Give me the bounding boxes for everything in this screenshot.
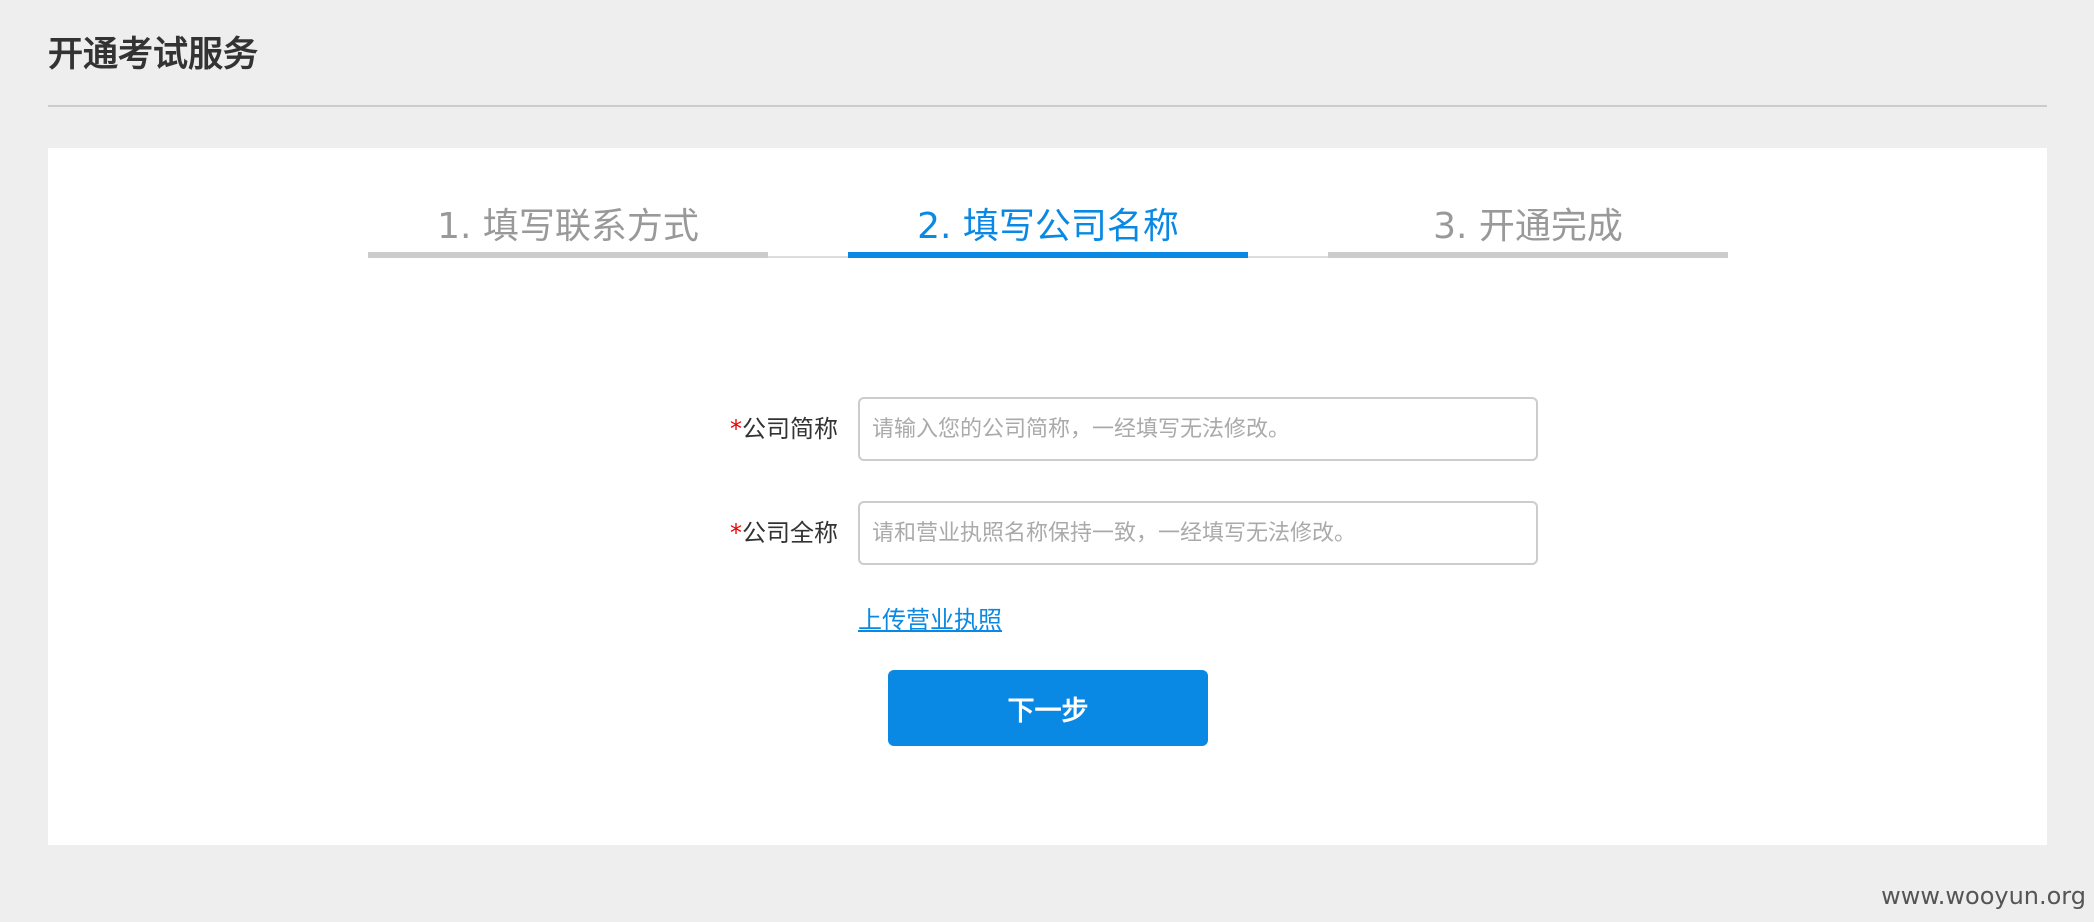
step-label: 1. 填写联系方式 (437, 206, 699, 247)
required-asterisk: * (730, 415, 742, 443)
full-name-label: *公司全称 (730, 501, 838, 565)
form-card: 1. 填写联系方式 2. 填写公司名称 3. 开通完成 *公司简称 *公司全称 … (48, 148, 2047, 845)
full-name-label-text: 公司全称 (742, 519, 838, 547)
step-contact-info[interactable]: 1. 填写联系方式 (368, 203, 768, 258)
step-progress-bar (848, 252, 1248, 258)
full-name-row: *公司全称 (48, 501, 2047, 565)
step-label: 3. 开通完成 (1433, 206, 1623, 247)
required-asterisk: * (730, 519, 742, 547)
short-name-row: *公司简称 (48, 397, 2047, 461)
next-step-button[interactable]: 下一步 (888, 670, 1208, 746)
watermark: www.wooyun.org (1881, 882, 2086, 910)
step-progress-bar (368, 252, 768, 258)
step-label: 2. 填写公司名称 (917, 206, 1179, 247)
page-title: 开通考试服务 (48, 35, 259, 75)
step-progress-bar (1328, 252, 1728, 258)
company-short-name-input[interactable] (858, 397, 1538, 461)
upload-business-license-link[interactable]: 上传营业执照 (858, 605, 1002, 635)
company-full-name-input[interactable] (858, 501, 1538, 565)
step-company-name[interactable]: 2. 填写公司名称 (848, 203, 1248, 258)
step-indicator: 1. 填写联系方式 2. 填写公司名称 3. 开通完成 (368, 203, 1728, 258)
short-name-label-text: 公司简称 (742, 415, 838, 443)
title-divider (48, 105, 2047, 107)
short-name-label: *公司简称 (730, 397, 838, 461)
step-complete[interactable]: 3. 开通完成 (1328, 203, 1728, 258)
